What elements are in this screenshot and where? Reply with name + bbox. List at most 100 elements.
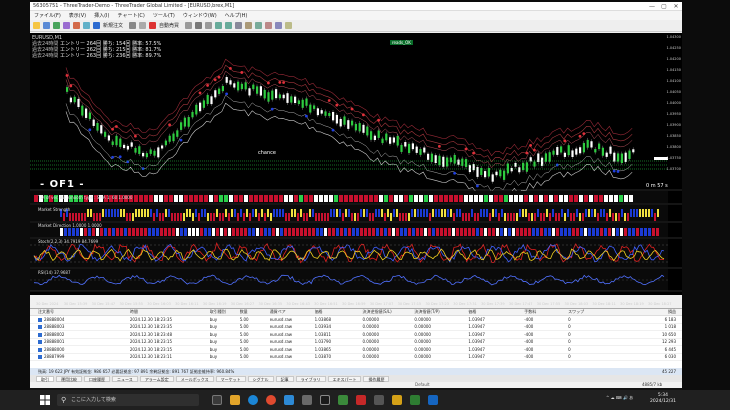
templates-icon[interactable] <box>285 22 293 29</box>
strength-bar <box>408 213 410 221</box>
candlestick-icon[interactable] <box>195 22 203 29</box>
candle-body <box>320 110 323 114</box>
taskbar-search-input[interactable]: ⚲ ここに入力して検索 <box>57 394 199 406</box>
terminal-tab[interactable]: 口座履歴 <box>84 375 110 382</box>
col-time[interactable]: 時間 <box>130 309 210 315</box>
chrome-icon[interactable] <box>266 395 276 405</box>
mt4-taskbar-icon[interactable] <box>338 395 348 405</box>
col-fee[interactable]: 手数料 <box>524 309 568 315</box>
terminal-icon[interactable] <box>83 22 90 29</box>
terminal-tab[interactable]: メールボックス <box>175 375 214 382</box>
table-row[interactable]: 28888002 2024.12.30 18:23:48 buy 5.00 eurusd… <box>30 331 682 339</box>
close-button[interactable]: ✕ <box>670 3 682 10</box>
new-order-button[interactable]: 新規注文 <box>103 22 123 29</box>
system-tray[interactable]: ^ ☁ ⌨ 🔊 あ <box>606 395 633 401</box>
terminal-tab[interactable]: シグナル <box>247 375 274 382</box>
strength-bar <box>336 209 338 217</box>
terminal-tab[interactable]: 取引 <box>36 375 54 382</box>
minimize-button[interactable]: — <box>646 3 658 10</box>
strength-bar <box>390 213 392 221</box>
candle-body <box>396 135 399 146</box>
auto-scroll-icon[interactable] <box>245 22 253 29</box>
order-id-text: 28888002 <box>44 331 65 337</box>
menu-help[interactable]: ヘルプ(H) <box>225 12 248 19</box>
app-icon[interactable] <box>392 395 402 405</box>
menu-chart[interactable]: チャート(C) <box>118 12 145 19</box>
col-order[interactable]: 注文番号 <box>30 309 130 315</box>
app-icon[interactable] <box>320 395 330 405</box>
profiles-icon[interactable] <box>43 22 50 29</box>
chart-shift-icon[interactable] <box>255 22 263 29</box>
col-type[interactable]: 取引種別 <box>210 309 240 315</box>
col-symbol[interactable]: 通貨ペア <box>270 309 315 315</box>
candle-body <box>400 144 403 152</box>
col-profit[interactable]: 損益 <box>612 309 682 315</box>
order-time: 2024.12.30 18:23:35 <box>129 316 172 322</box>
menu-window[interactable]: ウィンドウ(W) <box>183 12 217 19</box>
app-icon[interactable] <box>428 395 438 405</box>
app-icon[interactable] <box>374 395 384 405</box>
col-lots[interactable]: 数量 <box>240 309 270 315</box>
strength-bar <box>387 209 389 217</box>
direction-bar <box>84 228 87 236</box>
auto-trading-button[interactable]: 自動売買 <box>159 22 179 29</box>
crosshair-icon[interactable] <box>139 22 147 29</box>
taskbar-clock[interactable]: 5:34 2024/12/31 <box>650 393 676 405</box>
terminal-tab[interactable]: マーケット <box>215 375 246 382</box>
line-chart-icon[interactable] <box>205 22 213 29</box>
col-sl[interactable]: 決済逆指値(S/L) <box>362 309 414 315</box>
terminal-tab[interactable]: 運用比較 <box>56 375 82 382</box>
zoom-out-icon[interactable] <box>225 22 233 29</box>
sell-signal-dot <box>168 123 172 127</box>
direction-bar <box>564 228 567 236</box>
strength-bar <box>558 213 560 221</box>
indicators-icon[interactable] <box>265 22 273 29</box>
col-swap[interactable]: スワップ <box>568 309 612 315</box>
windows-start-icon[interactable] <box>40 395 50 405</box>
new-chart-icon[interactable] <box>33 22 40 29</box>
periods-icon[interactable] <box>275 22 283 29</box>
price-axis[interactable]: 1.04300 1.04250 1.04200 1.04150 1.04100 … <box>667 33 682 295</box>
col-price[interactable]: 価格 <box>315 309 363 315</box>
table-row[interactable]: 28888000 2024.12.30 18:23:15 buy 5.00 eurusd… <box>30 346 682 354</box>
store-icon[interactable] <box>284 395 294 405</box>
terminal-tab[interactable]: ニュース <box>112 375 138 382</box>
strength-bar <box>366 209 368 217</box>
table-row[interactable]: 28888004 2024.12.30 18:23:35 buy 5.00 eurusd… <box>30 316 682 324</box>
table-row[interactable]: 28888003 2024.12.30 18:23:35 buy 5.00 eurusd… <box>30 324 682 331</box>
metaeditor-icon[interactable] <box>129 22 137 29</box>
col-current-price[interactable]: 価格 <box>468 309 524 315</box>
table-row[interactable]: 28887999 2024.12.30 18:23:11 buy 5.00 eurusd… <box>30 354 682 361</box>
data-window-icon[interactable] <box>63 22 70 29</box>
bar-chart-icon[interactable] <box>185 22 193 29</box>
app-icon[interactable] <box>302 395 312 405</box>
market-watch-icon[interactable] <box>53 22 60 29</box>
order-lots: 5.00 <box>239 324 249 330</box>
col-tp[interactable]: 決済指値(T/P) <box>414 309 468 315</box>
maximize-button[interactable]: ▢ <box>658 3 670 10</box>
chart-area[interactable]: EURUSD,M1 過去24時間 エントリー 264回 勝ち: 154回 勝率:… <box>30 33 682 306</box>
tile-windows-icon[interactable] <box>235 22 243 29</box>
terminal-tab[interactable]: 操作履歴 <box>363 375 390 382</box>
app-icon[interactable] <box>356 395 366 405</box>
terminal-tab[interactable]: ライブラリ <box>295 375 326 382</box>
file-explorer-icon[interactable] <box>230 395 240 405</box>
candle-body <box>149 149 152 154</box>
table-row[interactable]: 28888001 2024.12.30 18:23:15 buy 5.00 eurusd… <box>30 339 682 346</box>
menu-view[interactable]: 表示(V) <box>69 12 86 19</box>
menu-insert[interactable]: 挿入(I) <box>94 12 109 19</box>
app-icon[interactable] <box>410 395 420 405</box>
terminal-tab[interactable]: アラーム設定 <box>139 375 174 382</box>
strength-bar <box>270 213 272 221</box>
terminal-tab[interactable]: エキスパート <box>327 375 362 382</box>
menu-tools[interactable]: ツール(T) <box>153 12 175 19</box>
menu-file[interactable]: ファイル(F) <box>34 12 61 19</box>
edge-icon[interactable] <box>248 395 258 405</box>
navigator-icon[interactable] <box>73 22 80 29</box>
terminal-tab[interactable]: 記事 <box>275 375 294 382</box>
zoom-in-icon[interactable] <box>215 22 223 29</box>
task-view-icon[interactable] <box>212 395 222 405</box>
candle-body <box>111 141 114 145</box>
candle-body <box>571 150 574 157</box>
chart-canvas[interactable] <box>30 33 682 295</box>
